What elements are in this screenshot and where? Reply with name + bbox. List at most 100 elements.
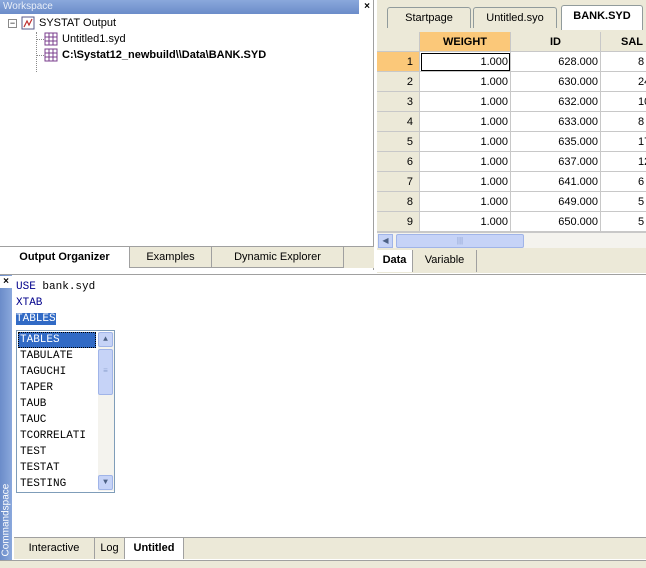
tab-interactive[interactable]: Interactive xyxy=(14,538,95,559)
autocomplete-item[interactable]: TESTAT xyxy=(18,460,96,476)
cell-id[interactable]: 630.000 xyxy=(511,72,601,92)
code-args: bank.syd xyxy=(35,281,96,293)
cell-weight[interactable]: 1.000 xyxy=(420,52,511,72)
cell-weight[interactable]: 1.000 xyxy=(420,132,511,152)
tab-output-organizer[interactable]: Output Organizer xyxy=(0,247,130,268)
command-editor[interactable]: USE bank.syd XTAB TABLES xyxy=(16,279,95,327)
workspace-close-icon[interactable]: × xyxy=(361,0,373,14)
cell-id[interactable]: 628.000 xyxy=(511,52,601,72)
data-editor-panel: Startpage Untitled.syo BANK.SYD WEIGHT I… xyxy=(377,0,646,273)
tab-untitled-syo[interactable]: Untitled.syo xyxy=(473,7,557,28)
autocomplete-item[interactable]: TABLES xyxy=(18,332,96,348)
tab-variable[interactable]: Variable xyxy=(413,250,477,272)
scroll-down-icon[interactable]: ▼ xyxy=(98,475,113,490)
scroll-thumb[interactable]: ≡ xyxy=(98,349,113,395)
horizontal-scrollbar[interactable]: ◀ ||| xyxy=(377,232,646,248)
tree-root[interactable]: − SYSTAT Output xyxy=(8,16,116,30)
autocomplete-item[interactable]: TESTING xyxy=(18,476,96,492)
data-view-tabs: Data Variable xyxy=(377,250,646,272)
workspace-tabs: Output Organizer Examples Dynamic Explor… xyxy=(0,246,374,268)
grid-corner[interactable] xyxy=(377,32,420,52)
commandspace-close-icon[interactable]: × xyxy=(0,276,12,288)
cell-weight[interactable]: 1.000 xyxy=(420,92,511,112)
data-grid: WEIGHT ID SAL 1 1.000 628.000 8 2 1.000 630.00… xyxy=(377,32,646,232)
column-header-id[interactable]: ID xyxy=(511,32,601,52)
code-line: TABLES xyxy=(16,311,95,327)
cell-weight[interactable]: 1.000 xyxy=(420,72,511,92)
row-header[interactable]: 1 xyxy=(377,52,420,72)
cell-weight[interactable]: 1.000 xyxy=(420,192,511,212)
cell-sal[interactable]: 12 xyxy=(601,152,646,172)
code-keyword: XTAB xyxy=(16,297,43,309)
tree-item-bank[interactable]: C:\Systat12_newbuild\\Data\BANK.SYD xyxy=(44,48,266,62)
commandspace-tabs: Interactive Log Untitled xyxy=(14,537,646,559)
cell-sal[interactable]: 8 xyxy=(601,112,646,132)
tree-root-label: SYSTAT Output xyxy=(39,17,117,29)
commandspace-sidebar: × Commandspace xyxy=(0,275,12,568)
tab-startpage[interactable]: Startpage xyxy=(387,7,471,28)
scroll-up-icon[interactable]: ▲ xyxy=(98,332,113,347)
selected-keyword: TABLES xyxy=(16,313,56,325)
cell-id[interactable]: 635.000 xyxy=(511,132,601,152)
autocomplete-item[interactable]: TAPER xyxy=(18,380,96,396)
autocomplete-item[interactable]: TAUC xyxy=(18,412,96,428)
cell-sal[interactable]: 8 xyxy=(601,52,646,72)
autocomplete-scrollbar[interactable]: ▲ ≡ ▼ xyxy=(98,332,114,491)
column-header-weight[interactable]: WEIGHT xyxy=(420,32,511,52)
cell-id[interactable]: 641.000 xyxy=(511,172,601,192)
cell-id[interactable]: 633.000 xyxy=(511,112,601,132)
commandspace-panel: × Commandspace USE bank.syd XTAB TABLES … xyxy=(0,274,646,568)
autocomplete-list[interactable]: TABLES TABULATE TAGUCHI TAPER TAUB TAUC TCORRE… xyxy=(16,330,115,493)
cell-sal[interactable]: 5 xyxy=(601,212,646,232)
tree-item-label: C:\Systat12_newbuild\\Data\BANK.SYD xyxy=(62,49,267,61)
code-line: USE bank.syd xyxy=(16,279,95,295)
autocomplete-item[interactable]: TCORRELATI xyxy=(18,428,96,444)
tab-data[interactable]: Data xyxy=(377,250,413,272)
cell-id[interactable]: 649.000 xyxy=(511,192,601,212)
autocomplete-item[interactable]: TABULATE xyxy=(18,348,96,364)
cell-id[interactable]: 632.000 xyxy=(511,92,601,112)
row-header[interactable]: 9 xyxy=(377,212,420,232)
cell-weight[interactable]: 1.000 xyxy=(420,152,511,172)
workspace-panel: Workspace × − SYSTAT Output Untitled1.sy… xyxy=(0,0,374,270)
scroll-thumb[interactable]: ||| xyxy=(396,234,524,248)
cell-weight[interactable]: 1.000 xyxy=(420,172,511,192)
row-header[interactable]: 2 xyxy=(377,72,420,92)
code-line: XTAB xyxy=(16,295,95,311)
tab-bank-syd[interactable]: BANK.SYD xyxy=(561,5,643,30)
cell-id[interactable]: 637.000 xyxy=(511,152,601,172)
cell-weight[interactable]: 1.000 xyxy=(420,212,511,232)
cell-id[interactable]: 650.000 xyxy=(511,212,601,232)
cell-sal[interactable]: 5 xyxy=(601,192,646,212)
tree-connector xyxy=(36,32,37,72)
cell-sal[interactable]: 24 xyxy=(601,72,646,92)
autocomplete-item[interactable]: TAUB xyxy=(18,396,96,412)
cell-sal[interactable]: 17 xyxy=(601,132,646,152)
scroll-left-icon[interactable]: ◀ xyxy=(378,234,393,248)
tree-item-untitled[interactable]: Untitled1.syd xyxy=(44,32,126,46)
cell-weight[interactable]: 1.000 xyxy=(420,112,511,132)
cell-sal[interactable]: 10 xyxy=(601,92,646,112)
tab-log[interactable]: Log xyxy=(95,538,125,559)
cell-sal[interactable]: 6 xyxy=(601,172,646,192)
row-header[interactable]: 3 xyxy=(377,92,420,112)
tab-untitled[interactable]: Untitled xyxy=(125,538,184,559)
code-keyword: USE xyxy=(16,281,36,293)
autocomplete-item[interactable]: TEST xyxy=(18,444,96,460)
row-header[interactable]: 5 xyxy=(377,132,420,152)
row-header[interactable]: 7 xyxy=(377,172,420,192)
tab-examples[interactable]: Examples xyxy=(130,247,212,268)
workspace-title: Workspace xyxy=(0,0,359,14)
tab-dynamic-explorer[interactable]: Dynamic Explorer xyxy=(212,247,344,268)
row-header[interactable]: 4 xyxy=(377,112,420,132)
row-header[interactable]: 8 xyxy=(377,192,420,212)
systat-output-icon xyxy=(21,16,35,30)
row-header[interactable]: 6 xyxy=(377,152,420,172)
column-header-sal[interactable]: SAL xyxy=(601,32,646,52)
autocomplete-item[interactable]: TAGUCHI xyxy=(18,364,96,380)
data-file-icon xyxy=(44,32,58,46)
commandspace-label: Commandspace xyxy=(0,483,12,557)
output-tree: − SYSTAT Output Untitled1.syd C:\Systat1… xyxy=(6,16,366,244)
document-tabs: Startpage Untitled.syo BANK.SYD xyxy=(377,0,646,30)
collapse-icon[interactable]: − xyxy=(8,18,17,28)
